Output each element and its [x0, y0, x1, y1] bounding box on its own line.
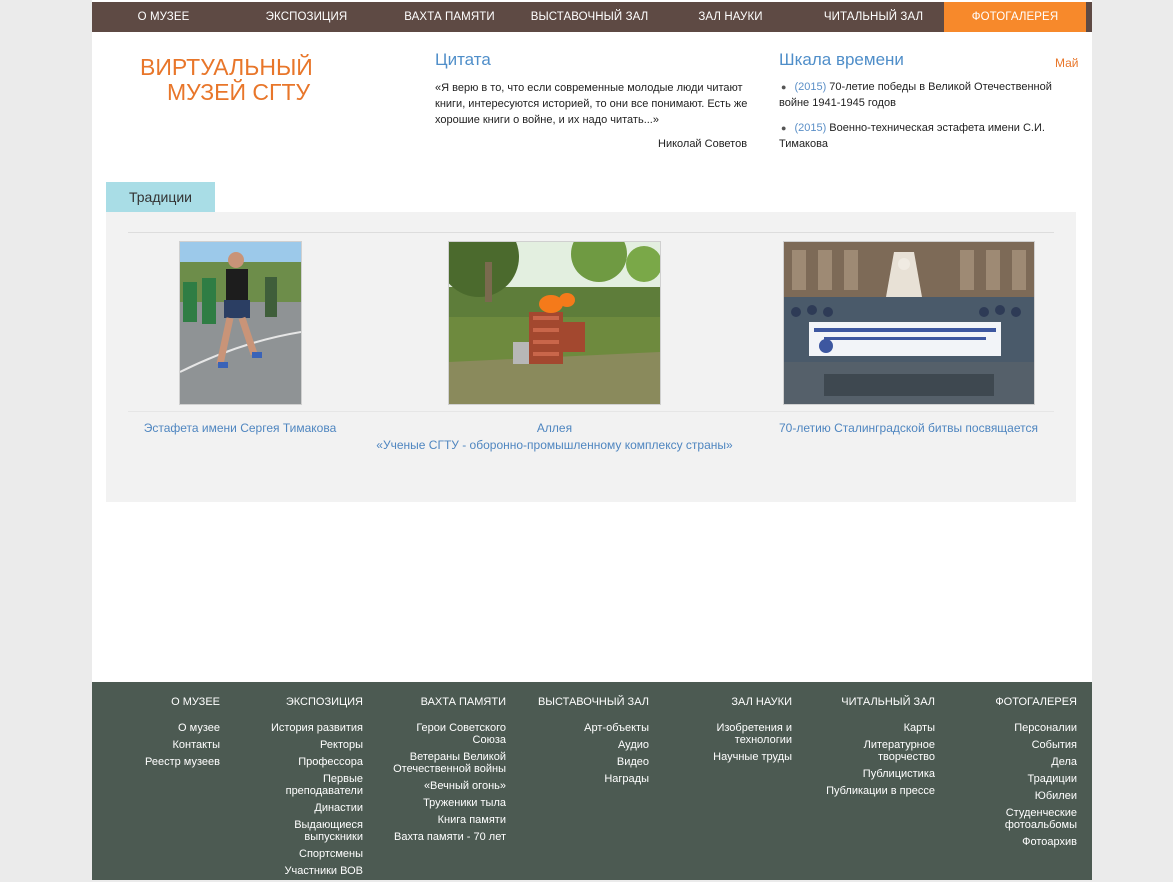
caption-subtext: «Ученые СГТУ - оборонно-промышленному ко…: [376, 438, 733, 452]
footer-link[interactable]: История развития: [256, 722, 363, 734]
gallery-photo-stalingrad[interactable]: [783, 241, 1035, 405]
footer-column-photo-gallery: ФОТОГАЛЕРЕЯ Персоналии События Дела Трад…: [992, 696, 1077, 853]
timeline-year: (2015): [794, 81, 827, 93]
logo-line-2: МУЗЕЙ СГТУ: [167, 79, 311, 105]
relay-photo-image: [180, 242, 301, 404]
timeline-item[interactable]: ● (2015) 70-летие победы в Великой Отечес…: [779, 79, 1069, 111]
footer-link[interactable]: Арт-объекты: [522, 722, 649, 734]
alley-photo-image: [449, 242, 660, 404]
footer-heading[interactable]: ВАХТА ПАМЯТИ: [380, 696, 506, 708]
page: О МУЗЕЕ ЭКСПОЗИЦИЯ ВАХТА ПАМЯТИ ВЫСТАВОЧ…: [92, 0, 1092, 880]
footer-column-memory-watch: ВАХТА ПАМЯТИ Герои Советского Союза Вете…: [380, 696, 506, 848]
footer-link[interactable]: Видео: [522, 756, 649, 768]
footer-link[interactable]: Труженики тыла: [380, 797, 506, 809]
footer-link[interactable]: Спортсмены: [256, 848, 363, 860]
divider: [128, 232, 1054, 233]
timeline-title: Шкала времени: [779, 50, 904, 69]
caption-text: Аллея: [536, 421, 573, 435]
gallery-panel: Эстафета имени Сергея Тимакова Аллея «Уч…: [106, 212, 1076, 502]
gallery-caption-alley[interactable]: Аллея «Ученые СГТУ - оборонно-промышленн…: [368, 420, 741, 454]
gallery-photo-relay[interactable]: [179, 241, 302, 405]
tab-traditions[interactable]: Традиции: [106, 182, 215, 212]
footer-link[interactable]: Традиции: [992, 773, 1078, 785]
footer-link[interactable]: Аудио: [522, 739, 649, 751]
nav-item-exhibition-hall[interactable]: ВЫСТАВОЧНЫЙ ЗАЛ: [521, 2, 658, 32]
quote-author: Николай Советов: [658, 138, 748, 150]
footer-column-exhibition-hall: ВЫСТАВОЧНЫЙ ЗАЛ Арт-объекты Аудио Видео …: [522, 696, 649, 790]
footer-link[interactable]: О музее: [120, 722, 220, 734]
footer-link[interactable]: Студенческие фотоальбомы: [992, 807, 1077, 831]
timeline-item[interactable]: ● (2015) Военно-техническая эстафета имен…: [779, 120, 1069, 152]
footer-link[interactable]: Первые преподаватели: [256, 773, 363, 797]
footer-link[interactable]: Выдающиеся выпускники: [256, 819, 363, 843]
nav-item-reading-hall[interactable]: ЧИТАЛЬНЫЙ ЗАЛ: [803, 2, 944, 32]
footer: О МУЗЕЕ О музее Контакты Реестр музеев Э…: [92, 682, 1092, 880]
footer-link[interactable]: Ветераны Великой Отечественной войны: [380, 751, 506, 775]
footer-link[interactable]: Герои Советского Союза: [380, 722, 506, 746]
footer-link[interactable]: Персоналии: [992, 722, 1077, 734]
nav-item-memory-watch[interactable]: ВАХТА ПАМЯТИ: [378, 2, 521, 32]
footer-link[interactable]: Контакты: [120, 739, 220, 751]
footer-link[interactable]: Реестр музеев: [120, 756, 220, 768]
footer-link[interactable]: Профессора: [256, 756, 363, 768]
footer-link[interactable]: Участники ВОВ: [256, 865, 363, 877]
gallery-caption-relay[interactable]: Эстафета имени Сергея Тимакова: [128, 420, 352, 437]
gallery-caption-stalingrad[interactable]: 70-летию Сталинградской битвы посвящаетс…: [761, 420, 1056, 437]
footer-link[interactable]: Изобретения и технологии: [682, 722, 792, 746]
caption-text: 70-летию Сталинградской битвы посвящаетс…: [778, 421, 1038, 435]
footer-column-about: О МУЗЕЕ О музее Контакты Реестр музеев: [120, 696, 220, 773]
site-logo[interactable]: ВИРТУАЛЬНЫЙ МУЗЕЙ СГТУ: [140, 55, 320, 105]
bullet-icon: ●: [781, 123, 787, 133]
footer-heading[interactable]: ВЫСТАВОЧНЫЙ ЗАЛ: [522, 696, 649, 708]
footer-heading[interactable]: ЭКСПОЗИЦИЯ: [256, 696, 363, 708]
footer-link[interactable]: События: [992, 739, 1077, 751]
footer-link[interactable]: Династии: [256, 802, 363, 814]
footer-heading[interactable]: ЗАЛ НАУКИ: [682, 696, 792, 708]
quote-text: «Я верю в то, что если современные молод…: [435, 82, 748, 126]
divider: [128, 411, 1054, 412]
footer-column-exposition: ЭКСПОЗИЦИЯ История развития Ректоры Проф…: [256, 696, 363, 882]
quote-title: Цитата: [435, 50, 491, 69]
footer-link[interactable]: Научные труды: [682, 751, 792, 763]
footer-link[interactable]: Публицистика: [804, 768, 935, 780]
timeline-year: (2015): [794, 122, 827, 134]
footer-link[interactable]: Фотоархив: [992, 836, 1077, 848]
caption-text: Эстафета имени Сергея Тимакова: [143, 421, 337, 435]
footer-link[interactable]: Литературное творчество: [804, 739, 935, 763]
footer-link[interactable]: Награды: [522, 773, 649, 785]
nav-item-exposition[interactable]: ЭКСПОЗИЦИЯ: [235, 2, 378, 32]
footer-link[interactable]: Публикации в прессе: [804, 785, 935, 797]
footer-link[interactable]: Вахта памяти - 70 лет: [380, 831, 506, 843]
logo-line-1: ВИРТУАЛЬНЫЙ: [140, 54, 313, 80]
footer-heading[interactable]: О МУЗЕЕ: [120, 696, 220, 708]
timeline-month-link[interactable]: Май: [1055, 56, 1079, 70]
footer-link[interactable]: Юбилеи: [992, 790, 1077, 802]
bullet-icon: ●: [781, 82, 787, 92]
nav-item-about[interactable]: О МУЗЕЕ: [92, 2, 235, 32]
footer-link[interactable]: Ректоры: [256, 739, 363, 751]
footer-link[interactable]: Книга памяти: [380, 814, 506, 826]
footer-heading[interactable]: ФОТОГАЛЕРЕЯ: [992, 696, 1077, 708]
footer-column-science-hall: ЗАЛ НАУКИ Изобретения и технологии Научн…: [682, 696, 792, 768]
nav-item-science-hall[interactable]: ЗАЛ НАУКИ: [658, 2, 803, 32]
gallery-photo-alley[interactable]: [448, 241, 661, 405]
footer-heading[interactable]: ЧИТАЛЬНЫЙ ЗАЛ: [804, 696, 935, 708]
stalingrad-photo-image: [784, 242, 1034, 404]
top-nav: О МУЗЕЕ ЭКСПОЗИЦИЯ ВАХТА ПАМЯТИ ВЫСТАВОЧ…: [92, 2, 1092, 32]
footer-link[interactable]: Карты: [804, 722, 935, 734]
footer-column-reading-hall: ЧИТАЛЬНЫЙ ЗАЛ Карты Литературное творчес…: [804, 696, 935, 802]
footer-link[interactable]: «Вечный огонь»: [380, 780, 506, 792]
footer-link[interactable]: Дела: [992, 756, 1077, 768]
nav-item-photo-gallery[interactable]: ФОТОГАЛЕРЕЯ: [944, 2, 1086, 32]
